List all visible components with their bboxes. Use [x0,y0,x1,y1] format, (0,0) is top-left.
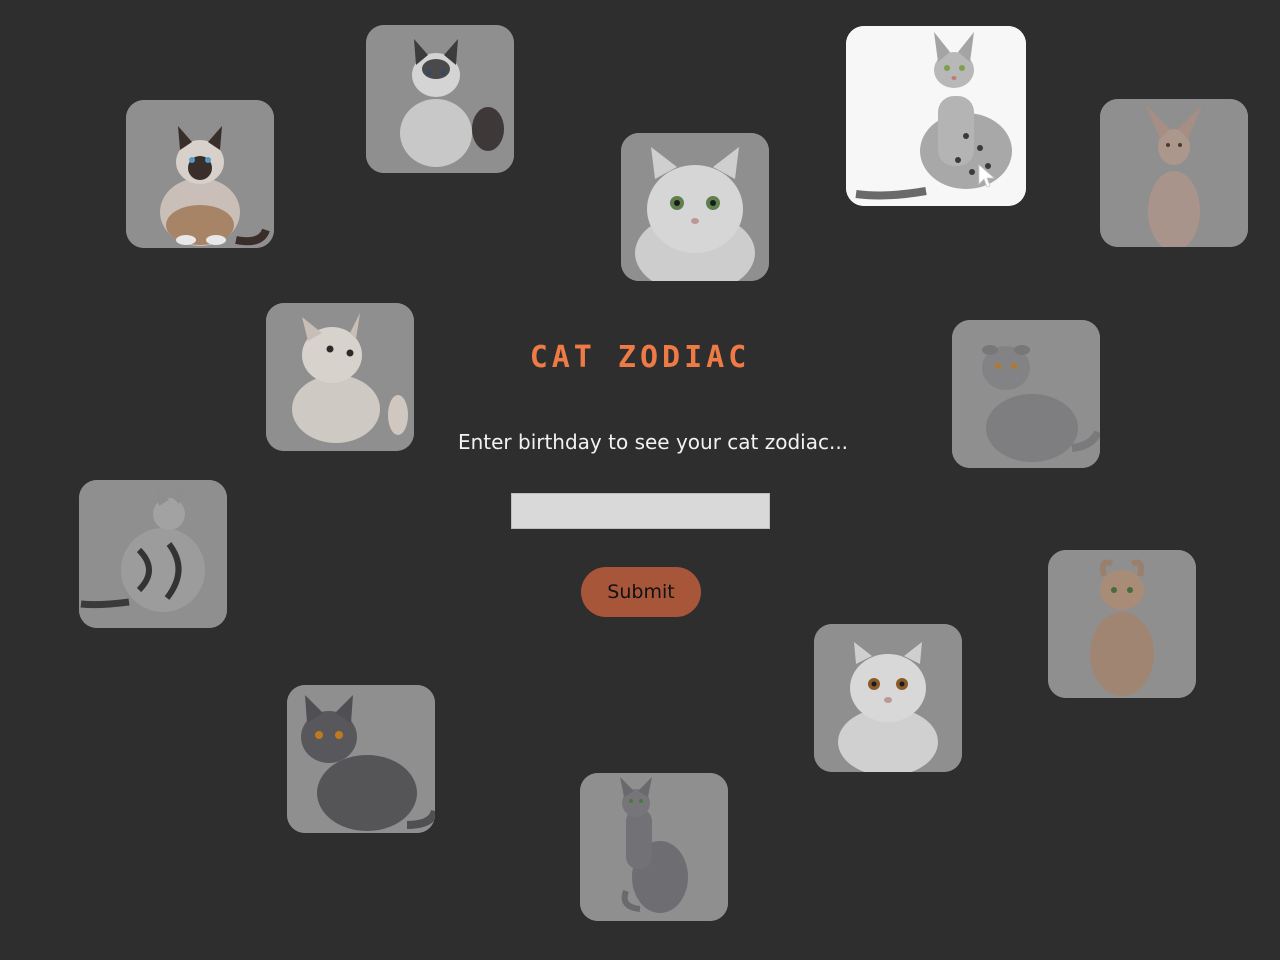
american-curl-cat-photo-icon [1048,550,1196,698]
birthday-prompt: Enter birthday to see your cat zodiac... [457,430,849,454]
scottish-fold-cat-photo-icon [952,320,1100,468]
british-shorthair-cat-card[interactable] [287,685,435,833]
persian-cat-photo-icon [621,133,769,281]
american-shorthair-cat-card[interactable] [79,480,227,628]
submit-button[interactable]: Submit [581,567,701,617]
sphynx-cat-photo-icon [1100,99,1248,247]
mouse-pointer-icon [978,164,996,188]
american-curl-cat-card[interactable] [1048,550,1196,698]
egyptian-mau-cat-card[interactable] [846,26,1026,206]
russian-blue-cat-card[interactable] [580,773,728,921]
scottish-fold-cat-card[interactable] [952,320,1100,468]
russian-blue-cat-photo-icon [580,773,728,921]
ragdoll-cat-photo-icon [366,25,514,173]
exotic-shorthair-cat-photo-icon [814,624,962,772]
persian-kitten-card[interactable] [266,303,414,451]
persian-cat-card[interactable] [621,133,769,281]
egyptian-mau-cat-photo-icon [846,26,1026,206]
birthday-input[interactable] [511,493,770,529]
page-title: CAT ZODIAC [529,340,751,375]
exotic-shorthair-cat-card[interactable] [814,624,962,772]
birman-cat-photo-icon [126,100,274,248]
persian-kitten-photo-icon [266,303,414,451]
ragdoll-cat-card[interactable] [366,25,514,173]
cat-zodiac-page: CAT ZODIAC Enter birthday to see your ca… [0,0,1280,960]
sphynx-cat-card[interactable] [1100,99,1248,247]
british-shorthair-cat-photo-icon [287,685,435,833]
birman-cat-card[interactable] [126,100,274,248]
american-shorthair-cat-photo-icon [79,480,227,628]
